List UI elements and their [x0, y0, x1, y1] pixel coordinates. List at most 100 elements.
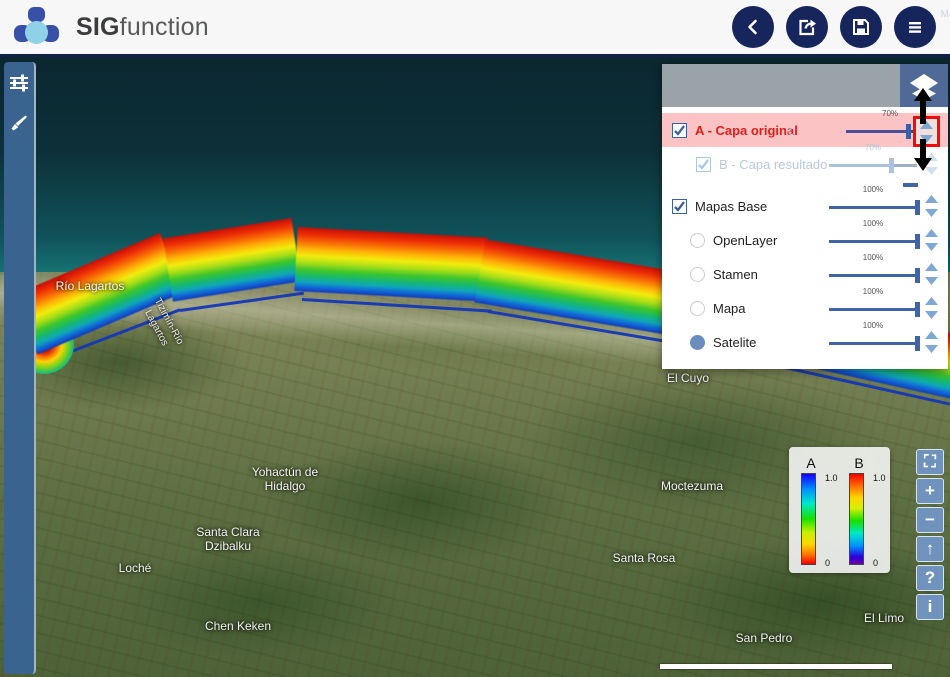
legend-colorbar-a [801, 473, 816, 565]
sig-network-logo-icon [14, 7, 60, 47]
legend-title-b: B [854, 455, 864, 471]
slider-knob[interactable] [915, 268, 920, 283]
page-title: SIGfunction [76, 13, 209, 42]
slider-fill [846, 130, 908, 133]
layer-label-mapa: Mapa [713, 300, 746, 316]
map-label: Santa Clara Dzibalku [196, 525, 260, 553]
layer-row-basemaps[interactable]: Mapas Base 100% [662, 183, 948, 223]
menu-button[interactable] [894, 6, 936, 48]
reorder-spinner-openlayer[interactable] [923, 229, 940, 252]
up-down-arrows-icon [925, 263, 938, 285]
zoom-in-icon: + [925, 481, 935, 500]
legend-title-a: A [806, 455, 816, 471]
header-button-group [732, 6, 936, 48]
opacity-value-layer-a: 70% [881, 109, 899, 118]
slider-fill [829, 308, 917, 311]
info-icon: i [927, 597, 933, 616]
layer-label-openlayer: OpenLayer [713, 232, 778, 248]
zoom-in-button[interactable]: + [916, 478, 944, 504]
up-down-arrows-icon [925, 297, 938, 319]
export-button[interactable] [786, 6, 828, 48]
layers-panel: A - Capa original o 70% B - Capa resultado 7… [662, 64, 948, 369]
info-button[interactable]: i [916, 594, 944, 620]
up-down-arrows-icon [925, 331, 938, 353]
up-down-arrows-icon [925, 229, 938, 251]
checkbox-basemaps[interactable] [672, 198, 687, 214]
layer-label-layer-b: B - Capa resultado [719, 156, 828, 172]
hamburger-menu-icon [909, 22, 921, 33]
map-label: San Pedro [735, 631, 793, 645]
opacity-slider-satelite[interactable]: 100% [829, 321, 920, 353]
map-label: Loché [118, 561, 152, 575]
layer-row-mapa[interactable]: Mapa 100% [662, 287, 948, 325]
layer-label-satelite: Satelite [713, 334, 757, 350]
map-label: Chen Keken [204, 619, 272, 633]
legend-colorbar-b [849, 473, 864, 565]
reorder-spinner-stamen[interactable] [923, 263, 940, 286]
sliders-icon[interactable] [8, 72, 30, 94]
opacity-slider-layer-b[interactable]: 70% [829, 143, 917, 175]
map-label: Santa Rosa [612, 551, 676, 565]
slider-knob[interactable] [915, 234, 920, 249]
legend-scale-a: A 1.0 0 [801, 455, 838, 568]
layer-row-openlayer[interactable]: OpenLayer 100% [662, 219, 948, 257]
map-scale-bar [660, 664, 892, 669]
layer-row-stamen[interactable]: Stamen 100% [662, 253, 948, 291]
opacity-slider-basemaps[interactable]: 100% [829, 185, 920, 217]
reorder-spinner-satelite[interactable] [923, 331, 940, 354]
checkbox-layer-b[interactable] [696, 156, 711, 172]
slider-nub [903, 183, 918, 187]
back-button[interactable] [732, 6, 774, 48]
left-toolbar [4, 62, 36, 674]
layer-row-layer-a[interactable]: A - Capa original o 70% [662, 109, 948, 147]
brand-light: function [119, 12, 209, 41]
layer-label-ghost: o [787, 122, 796, 138]
reorder-spinner-mapa[interactable] [923, 297, 940, 320]
layer-row-layer-b[interactable]: B - Capa resultado 70% [662, 143, 948, 181]
zoom-out-button[interactable]: − [916, 507, 944, 533]
check-icon [674, 200, 685, 212]
opacity-value-basemaps: 100% [862, 185, 884, 194]
checkbox-layer-a[interactable] [672, 122, 687, 138]
up-down-arrows-icon [925, 195, 938, 217]
slider-fill [829, 240, 917, 243]
help-button[interactable]: ? [916, 565, 944, 591]
slider-knob[interactable] [905, 124, 911, 139]
slider-knob[interactable] [888, 158, 894, 173]
map-control-stack: ⛶ + − ↑? i [916, 449, 944, 620]
slider-knob[interactable] [915, 200, 920, 215]
layer-label-stamen: Stamen [713, 266, 758, 282]
slider-knob[interactable] [915, 302, 920, 317]
radio-stamen[interactable] [690, 266, 705, 282]
radio-mapa[interactable] [690, 300, 705, 316]
radio-openlayer[interactable] [690, 232, 705, 248]
legend-max-b: 1.0 [873, 473, 886, 483]
layer-row-satelite[interactable]: Satelite 100% [662, 321, 948, 359]
opacity-value-mapa: 100% [862, 287, 884, 296]
opacity-slider-mapa[interactable]: 100% [829, 287, 920, 319]
slider-knob[interactable] [915, 336, 920, 351]
save-button[interactable] [840, 6, 882, 48]
paintbrush-icon[interactable] [8, 112, 30, 134]
floppy-save-icon [853, 19, 869, 35]
share-export-icon [799, 19, 816, 36]
radio-satelite[interactable] [690, 334, 705, 350]
chevron-left-icon [748, 19, 757, 35]
legend-max-a: 1.0 [825, 473, 838, 483]
brand-bold: SIG [76, 12, 120, 41]
north-arrow-icon: ↑ [925, 539, 935, 558]
slider-fill [829, 164, 891, 167]
opacity-slider-openlayer[interactable]: 100% [829, 219, 920, 251]
fullscreen-button[interactable]: ⛶ [916, 449, 944, 475]
map-label: El Cuyo [666, 371, 710, 385]
check-icon [674, 124, 685, 136]
opacity-value-stamen: 100% [862, 253, 884, 262]
reorder-spinner-basemaps[interactable] [923, 195, 940, 218]
slider-fill [829, 274, 917, 277]
drag-arrow-down-icon [913, 139, 933, 176]
opacity-slider-stamen[interactable]: 100% [829, 253, 920, 285]
app-header: SIGfunction [0, 0, 950, 57]
layer-label-basemaps: Mapas Base [695, 198, 768, 214]
north-arrow-button[interactable]: ↑ [916, 536, 944, 562]
layers-list: A - Capa original o 70% B - Capa resultado 7… [662, 107, 948, 369]
